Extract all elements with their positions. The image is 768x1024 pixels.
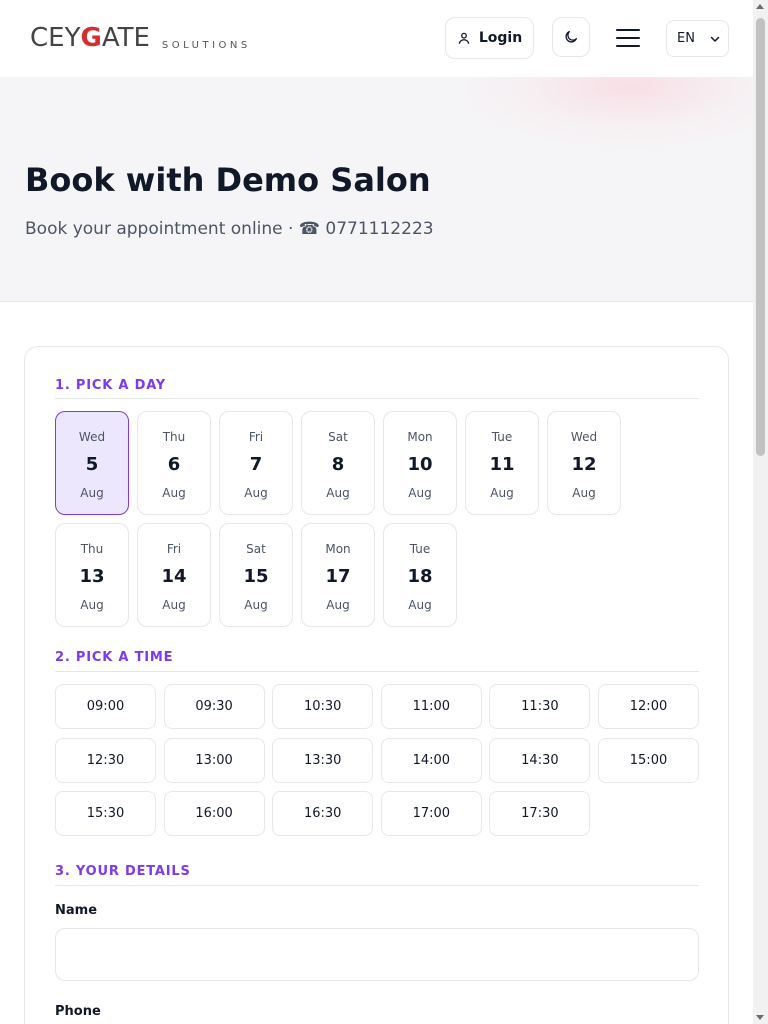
day-option[interactable]: Wed 5 Aug	[55, 411, 129, 515]
time-slot[interactable]: 12:00	[598, 684, 699, 729]
day-weekday: Sat	[246, 542, 266, 556]
day-option[interactable]: Tue 18 Aug	[383, 523, 457, 627]
day-month: Aug	[244, 598, 268, 612]
day-month: Aug	[162, 598, 186, 612]
scroll-up-arrow[interactable]	[756, 4, 764, 9]
time-slot[interactable]: 15:30	[55, 791, 156, 836]
day-weekday: Thu	[80, 542, 104, 556]
day-month: Aug	[244, 486, 268, 500]
user-icon	[458, 32, 470, 44]
day-weekday: Tue	[491, 430, 513, 444]
phone-label: Phone	[55, 1004, 101, 1019]
day-month: Aug	[408, 598, 432, 612]
time-slot[interactable]: 12:30	[55, 737, 156, 783]
time-slot[interactable]: 16:00	[163, 791, 265, 836]
divider	[55, 885, 699, 886]
day-month: Aug	[490, 486, 514, 500]
day-weekday: Fri	[166, 542, 182, 556]
day-weekday: Fri	[248, 430, 264, 444]
day-option[interactable]: Thu 13 Aug	[55, 523, 129, 627]
booking-card: 1. PICK A DAY Wed 5 Aug Thu 6 Aug Fri 7 Aug Sat 8 A…	[24, 346, 729, 1024]
scrollbar[interactable]	[753, 0, 768, 1024]
day-number: 10	[407, 454, 433, 475]
day-weekday: Tue	[409, 542, 431, 556]
day-weekday: Mon	[325, 542, 351, 556]
day-month: Aug	[326, 598, 350, 612]
day-option[interactable]: Sat 8 Aug	[301, 411, 375, 515]
day-month: Aug	[162, 486, 186, 500]
time-slot[interactable]: 09:30	[163, 684, 265, 729]
time-slot[interactable]: 13:00	[163, 737, 265, 783]
time-slot[interactable]: 15:00	[598, 737, 699, 783]
day-weekday: Thu	[162, 430, 186, 444]
day-option[interactable]: Mon 10 Aug	[383, 411, 457, 515]
time-slot[interactable]: 14:00	[380, 737, 482, 783]
divider	[55, 671, 699, 672]
day-number: 14	[161, 566, 187, 587]
day-weekday: Wed	[78, 430, 106, 444]
hero-glow	[440, 77, 753, 157]
day-number: 8	[331, 454, 345, 475]
header: CEYGATE SOLUTIONS Login EN	[0, 0, 753, 77]
time-slot[interactable]: 16:30	[272, 791, 374, 836]
day-weekday: Sat	[328, 430, 348, 444]
day-option[interactable]: Wed 12 Aug	[547, 411, 621, 515]
day-number: 5	[85, 454, 99, 475]
menu-button[interactable]	[612, 24, 644, 52]
name-label: Name	[55, 903, 98, 918]
section-details: 3. YOUR DETAILS	[55, 864, 191, 879]
day-number: 15	[243, 566, 269, 587]
day-month: Aug	[326, 486, 350, 500]
page-title: Book with Demo Salon	[25, 161, 431, 199]
time-slot[interactable]: 14:30	[489, 737, 591, 783]
day-number: 13	[79, 566, 105, 587]
chevron-down-icon	[710, 36, 720, 42]
moon-icon	[565, 31, 577, 43]
section-pick-time: 2. PICK A TIME	[55, 650, 174, 665]
day-month: Aug	[80, 598, 104, 612]
hero: Book with Demo Salon Book your appointme…	[0, 77, 753, 302]
day-option[interactable]: Fri 14 Aug	[137, 523, 211, 627]
logo[interactable]: CEYGATE SOLUTIONS	[30, 22, 251, 52]
login-button[interactable]: Login	[445, 17, 534, 59]
day-option[interactable]: Thu 6 Aug	[137, 411, 211, 515]
day-number: 17	[325, 566, 351, 587]
section-pick-day: 1. PICK A DAY	[55, 378, 167, 393]
day-month: Aug	[572, 486, 596, 500]
scroll-thumb[interactable]	[756, 18, 765, 456]
day-option[interactable]: Tue 11 Aug	[465, 411, 539, 515]
page-subtitle: Book your appointment online · ☎ 0771112…	[25, 219, 434, 239]
time-slot[interactable]: 09:00	[55, 684, 156, 729]
day-option[interactable]: Mon 17 Aug	[301, 523, 375, 627]
time-slot[interactable]: 13:30	[272, 737, 374, 783]
logo-subtitle: SOLUTIONS	[161, 40, 251, 51]
time-slot[interactable]: 17:00	[380, 791, 482, 836]
day-number: 18	[407, 566, 433, 587]
language-value: EN	[677, 31, 695, 46]
language-select[interactable]: EN	[666, 20, 729, 57]
day-number: 6	[167, 454, 181, 475]
hamburger-icon	[616, 29, 640, 31]
day-option[interactable]: Sat 15 Aug	[219, 523, 293, 627]
divider	[55, 398, 699, 399]
time-slot[interactable]: 11:00	[380, 684, 482, 729]
time-slot[interactable]: 10:30	[272, 684, 374, 729]
login-label: Login	[478, 30, 523, 46]
time-slot[interactable]: 11:30	[489, 684, 591, 729]
scroll-down-arrow[interactable]	[756, 1015, 764, 1020]
time-slot[interactable]: 17:30	[489, 791, 591, 836]
name-input[interactable]	[55, 928, 699, 981]
day-weekday: Mon	[407, 430, 433, 444]
day-number: 11	[489, 454, 515, 475]
day-number: 7	[249, 454, 263, 475]
day-month: Aug	[408, 486, 432, 500]
day-weekday: Wed	[570, 430, 598, 444]
logo-wordmark: CEYGATE	[30, 23, 150, 53]
day-number: 12	[571, 454, 597, 475]
theme-toggle-button[interactable]	[552, 17, 590, 57]
day-option[interactable]: Fri 7 Aug	[219, 411, 293, 515]
day-month: Aug	[80, 486, 104, 500]
